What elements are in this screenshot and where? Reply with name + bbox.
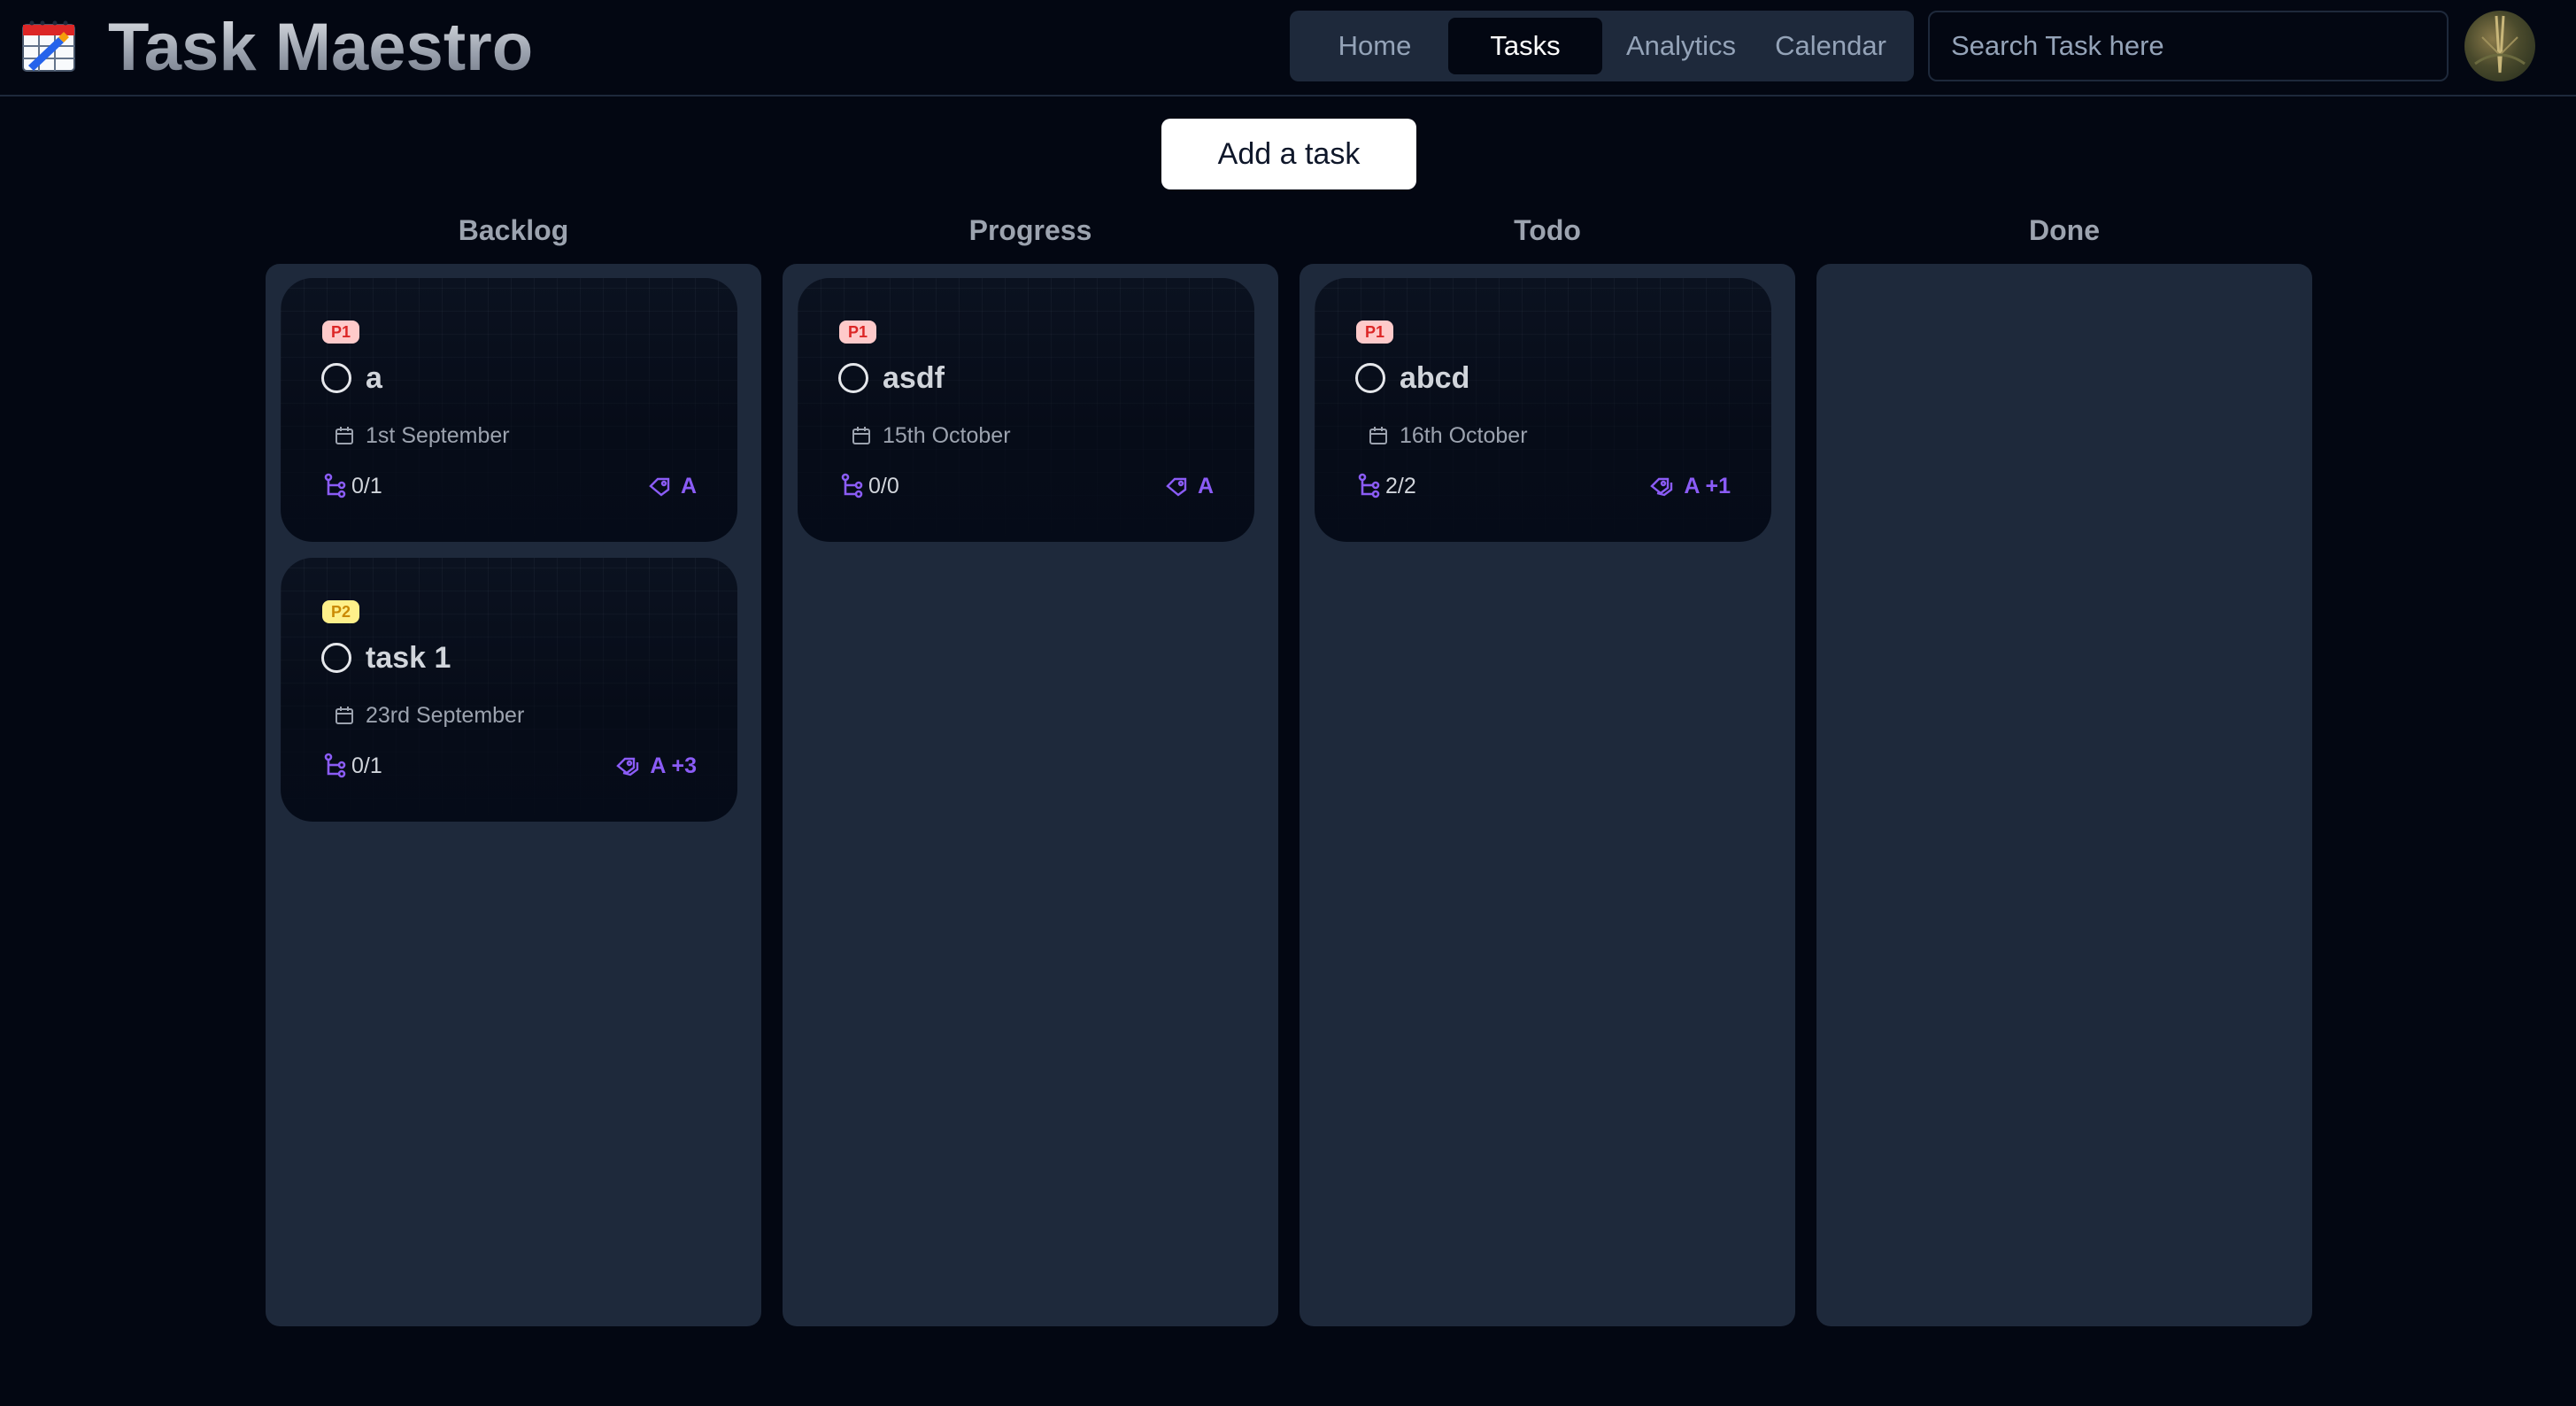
column-title-backlog: Backlog [458, 214, 569, 246]
subtask-count: 2/2 [1385, 474, 1416, 498]
task-tags[interactable]: A +3 [616, 751, 697, 781]
complete-checkbox[interactable] [1355, 363, 1385, 393]
tag-icon [649, 477, 670, 497]
column-progress[interactable]: P1 asdf 15th October 0/0 A [783, 264, 1278, 1326]
subtasks-icon [324, 473, 346, 498]
task-tags[interactable]: A +1 [1650, 471, 1731, 501]
task-due-date: 1st September [366, 423, 510, 448]
nav-tab-analytics[interactable]: Analytics [1604, 18, 1758, 74]
tags-icon [616, 757, 639, 776]
column-done[interactable] [1816, 264, 2312, 1326]
priority-badge: P2 [322, 600, 360, 623]
task-card[interactable]: P1 asdf 15th October 0/0 A [798, 278, 1254, 542]
task-card[interactable]: P1 a 1st September 0/1 A [281, 278, 737, 542]
complete-checkbox[interactable] [321, 363, 351, 393]
subtasks-icon [841, 473, 863, 498]
main-nav: Home Tasks Analytics Calendar [1290, 11, 1914, 81]
task-title: asdf [883, 361, 945, 395]
tag-icon [1166, 477, 1187, 497]
task-title: abcd [1400, 361, 1470, 395]
task-card[interactable]: P2 task 1 23rd September 0/1 A +3 [281, 558, 737, 822]
column-title-done: Done [2029, 214, 2100, 246]
calendar-icon [335, 427, 353, 444]
tag-label: A [1197, 474, 1214, 498]
tag-label: A +1 [1684, 474, 1731, 498]
subtask-count: 0/1 [351, 753, 382, 778]
task-title: task 1 [366, 641, 451, 675]
nav-tab-tasks[interactable]: Tasks [1448, 18, 1602, 74]
add-task-button[interactable]: Add a task [1161, 119, 1416, 189]
task-due-date: 23rd September [366, 703, 525, 728]
tag-label: A +3 [650, 753, 697, 778]
task-tags[interactable]: A [647, 471, 697, 501]
subtask-count: 0/1 [351, 474, 382, 498]
column-title-progress: Progress [968, 214, 1092, 246]
nav-tab-home[interactable]: Home [1304, 18, 1446, 74]
subtasks-icon [1358, 473, 1380, 498]
nav-tab-calendar[interactable]: Calendar [1760, 18, 1901, 74]
avatar-image-icon [2474, 15, 2526, 73]
calendar-icon [852, 427, 870, 444]
app-title: Task Maestro [108, 10, 534, 85]
tag-label: A [680, 474, 697, 498]
priority-badge: P1 [1356, 321, 1394, 344]
column-title-todo: Todo [1514, 214, 1581, 246]
tags-icon [1650, 477, 1673, 497]
task-card[interactable]: P1 abcd 16th October 2/2 A +1 [1315, 278, 1771, 542]
app-header: Task Maestro Home Tasks Analytics Calend… [0, 0, 2576, 97]
calendar-icon [1369, 427, 1387, 444]
priority-badge: P1 [839, 321, 877, 344]
priority-badge: P1 [322, 321, 360, 344]
task-due-date: 15th October [883, 423, 1011, 448]
column-todo[interactable]: P1 abcd 16th October 2/2 A +1 [1300, 264, 1795, 1326]
calendar-logo-icon[interactable] [19, 19, 78, 73]
complete-checkbox[interactable] [321, 643, 351, 673]
subtasks-icon [324, 753, 346, 778]
complete-checkbox[interactable] [838, 363, 868, 393]
task-due-date: 16th October [1400, 423, 1528, 448]
user-avatar[interactable] [2464, 11, 2535, 81]
column-backlog[interactable]: P1 a 1st September 0/1 A P2 task 1 23rd … [266, 264, 761, 1326]
task-title: a [366, 361, 382, 395]
calendar-icon [335, 707, 353, 724]
task-tags[interactable]: A [1164, 471, 1214, 501]
subtask-count: 0/0 [868, 474, 899, 498]
search-input[interactable] [1928, 11, 2449, 81]
